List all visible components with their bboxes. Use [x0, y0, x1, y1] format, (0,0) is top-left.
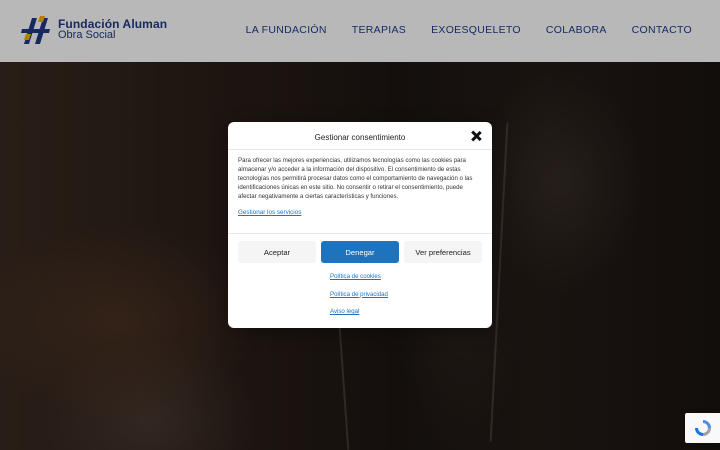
consent-message: Para ofrecer las mejores experiencias, u… — [238, 157, 473, 200]
consent-header: Gestionar consentimiento — [228, 122, 492, 150]
preferences-button[interactable]: Ver preferencias — [404, 241, 482, 263]
consent-dialog: Gestionar consentimiento Para ofrecer la… — [228, 122, 492, 328]
close-icon[interactable] — [470, 130, 482, 142]
accept-button[interactable]: Aceptar — [238, 241, 316, 263]
recaptcha-badge[interactable] — [685, 413, 720, 443]
consent-body: Para ofrecer las mejores experiencias, u… — [228, 150, 492, 234]
deny-button[interactable]: Denegar — [321, 241, 399, 263]
consent-buttons: Aceptar Denegar Ver preferencias — [238, 241, 482, 263]
privacy-policy-link[interactable]: Política de privacidad — [330, 291, 388, 309]
cookie-policy-link[interactable]: Política de cookies — [330, 273, 388, 291]
policy-links: Política de cookies Política de privacid… — [330, 273, 388, 326]
consent-title: Gestionar consentimiento — [314, 133, 406, 142]
manage-services-link[interactable]: Gestionar los servicios — [238, 209, 301, 216]
legal-notice-link[interactable]: Aviso legal — [330, 308, 388, 326]
recaptcha-icon — [694, 420, 711, 436]
